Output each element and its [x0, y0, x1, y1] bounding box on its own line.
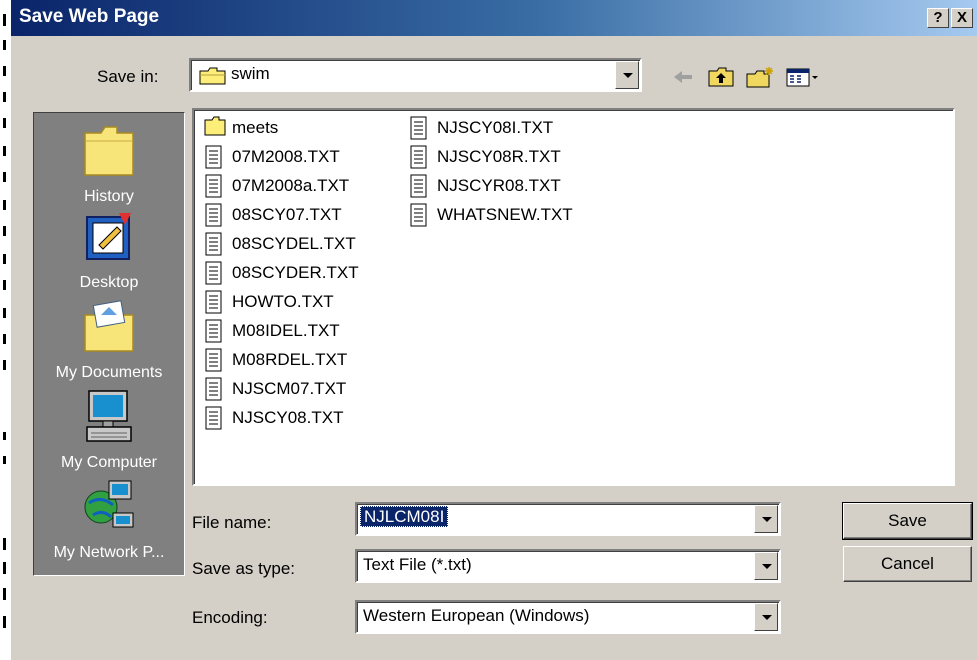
- place-history[interactable]: History: [34, 121, 184, 206]
- file-name: NJSCYR08.TXT: [437, 176, 561, 195]
- file-name: meets: [232, 118, 279, 137]
- encoding-label: Encoding:: [192, 608, 268, 627]
- text-file-icon: [204, 261, 224, 290]
- view-menu-icon[interactable]: [785, 66, 821, 88]
- file-name: HOWTO.TXT: [232, 292, 334, 311]
- file-name-field[interactable]: NJLCM08I: [355, 502, 781, 536]
- file-name: NJSCY08R.TXT: [437, 147, 561, 166]
- new-folder-icon[interactable]: [745, 66, 775, 88]
- title-bar: Save Web Page ? X: [11, 0, 977, 36]
- save-button[interactable]: Save: [842, 502, 973, 540]
- dialog-title: Save Web Page: [19, 6, 160, 27]
- text-file-icon: [204, 174, 224, 203]
- text-file-icon: [204, 232, 224, 261]
- file-name-label: File name:: [192, 513, 272, 532]
- folder-icon: [204, 116, 226, 141]
- place-label: My Documents: [55, 364, 163, 381]
- file-name: WHATSNEW.TXT: [437, 205, 573, 224]
- file-name-value: NJLCM08I: [360, 506, 449, 527]
- back-arrow-icon[interactable]: [671, 66, 695, 88]
- chevron-down-icon[interactable]: [754, 603, 778, 631]
- chevron-down-icon[interactable]: [615, 61, 639, 89]
- text-file-icon: [409, 174, 429, 203]
- save-in-value: swim: [231, 64, 270, 83]
- file-list[interactable]: meets 07M2008.TXT 07M2008a.TXT 08SCY07.T…: [192, 108, 955, 486]
- save-as-type-label: Save as type:: [192, 559, 296, 578]
- text-file-icon: [204, 145, 224, 174]
- file-name: NJSCM07.TXT: [232, 379, 347, 398]
- network-places-icon: [34, 477, 184, 540]
- help-button[interactable]: ?: [927, 8, 949, 28]
- place-label: My Network P...: [53, 544, 165, 561]
- text-file-icon: [204, 290, 224, 319]
- place-label: Desktop: [79, 274, 139, 291]
- save-as-type-dropdown[interactable]: Text File (*.txt): [355, 549, 781, 583]
- text-file-icon: [409, 203, 429, 232]
- text-file-icon: [204, 406, 224, 435]
- file-name: M08IDEL.TXT: [232, 321, 340, 340]
- file-name: M08RDEL.TXT: [232, 350, 348, 369]
- places-bar: History Desktop My Documents My Computer…: [33, 112, 185, 576]
- cancel-button[interactable]: Cancel: [843, 546, 972, 582]
- chevron-down-icon[interactable]: [754, 505, 778, 533]
- place-my-computer[interactable]: My Computer: [34, 387, 184, 472]
- up-folder-icon[interactable]: [707, 66, 735, 88]
- save-in-label: Save in:: [97, 67, 159, 86]
- save-web-page-dialog: Save Web Page ? X Save in: swim History …: [10, 0, 977, 660]
- folder-icon: [199, 67, 227, 90]
- text-file-icon: [409, 116, 429, 145]
- text-file-icon: [204, 377, 224, 406]
- file-name: 08SCY07.TXT: [232, 205, 342, 224]
- place-my-documents[interactable]: My Documents: [34, 297, 184, 382]
- encoding-dropdown[interactable]: Western European (Windows): [355, 600, 781, 634]
- file-name: 08SCYDER.TXT: [232, 263, 359, 282]
- file-name: 07M2008a.TXT: [232, 176, 350, 195]
- background-edge: [0, 0, 10, 660]
- save-in-dropdown[interactable]: swim: [189, 58, 642, 92]
- save-as-type-value: Text File (*.txt): [363, 555, 472, 574]
- place-label: My Computer: [60, 454, 158, 471]
- place-desktop[interactable]: Desktop: [34, 207, 184, 292]
- place-label: History: [84, 188, 134, 205]
- history-icon: [34, 121, 184, 184]
- file-name: NJSCY08.TXT: [232, 408, 344, 427]
- my-documents-icon: [34, 297, 184, 360]
- file-name: NJSCY08I.TXT: [437, 118, 554, 137]
- file-name: 08SCYDEL.TXT: [232, 234, 356, 253]
- my-computer-icon: [34, 387, 184, 450]
- text-file-icon: [204, 319, 224, 348]
- text-file-icon: [204, 203, 224, 232]
- text-file-icon: [409, 145, 429, 174]
- desktop-icon: [34, 207, 184, 270]
- file-name: 07M2008.TXT: [232, 147, 340, 166]
- close-button[interactable]: X: [951, 8, 973, 28]
- text-file-icon: [204, 348, 224, 377]
- chevron-down-icon[interactable]: [754, 552, 778, 580]
- place-my-network-places[interactable]: My Network P...: [34, 477, 184, 562]
- encoding-value: Western European (Windows): [363, 606, 590, 625]
